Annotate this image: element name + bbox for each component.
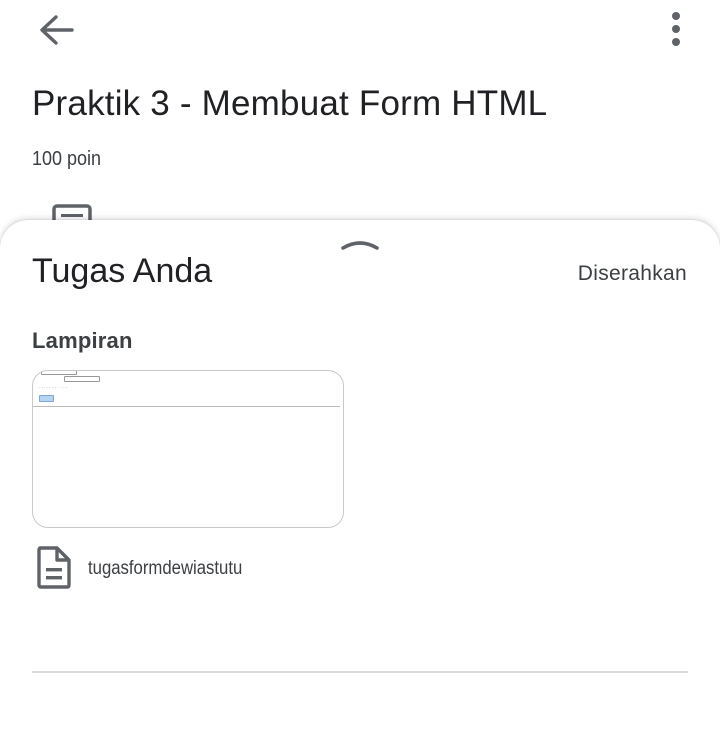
submission-status: Diserahkan (577, 262, 687, 285)
sheet-expand-handle[interactable] (339, 236, 381, 252)
assignment-title: Praktik 3 - Membuat Form HTML (32, 84, 548, 123)
assignment-points: 100 poin (32, 148, 102, 170)
attachment-thumbnail[interactable]: · · · · · · · · · · · (32, 370, 344, 528)
thumbnail-preview: · · · · · · · · · · · (33, 371, 340, 407)
more-options-button[interactable] (656, 8, 696, 52)
divider (32, 671, 688, 673)
chevron-up-icon (341, 241, 379, 250)
back-button[interactable] (30, 8, 82, 52)
your-work-title: Tugas Anda (32, 252, 213, 290)
attachment-file[interactable]: tugasformdewiastutu (36, 545, 436, 593)
arrow-back-icon (40, 15, 74, 45)
attachment-file-name: tugasformdewiastutu (88, 558, 243, 579)
your-work-sheet[interactable]: Tugas Anda Diserahkan Lampiran · · · · ·… (0, 220, 720, 740)
more-vert-icon (672, 12, 680, 46)
attachments-label: Lampiran (32, 328, 133, 353)
document-icon (37, 546, 71, 589)
